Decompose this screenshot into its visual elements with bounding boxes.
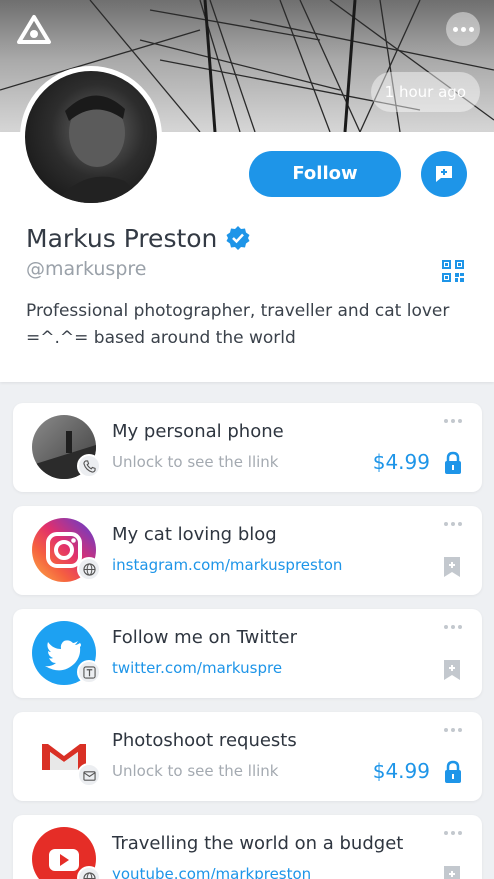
link-price: $4.99 — [372, 450, 430, 474]
lock-icon[interactable] — [444, 451, 462, 475]
link-card[interactable]: Photoshoot requests Unlock to see the ll… — [13, 712, 482, 801]
avatar[interactable] — [20, 66, 162, 208]
bookmark-add-icon[interactable] — [443, 659, 461, 681]
link-card[interactable]: Follow me on Twitter twitter.com/markusp… — [13, 609, 482, 698]
phone-icon — [77, 454, 101, 478]
link-subtitle: Unlock to see the llink — [112, 453, 279, 471]
name-row: Markus Preston — [26, 220, 251, 256]
link-title: Travelling the world on a budget — [112, 833, 404, 854]
follow-button[interactable]: Follow — [249, 151, 401, 197]
more-horizontal-icon — [444, 625, 448, 629]
profile-handle: @markuspre — [26, 258, 147, 280]
profile-bio: Professional photographer, traveller and… — [26, 301, 450, 348]
card-more-button[interactable] — [444, 831, 462, 835]
link-title: Photoshoot requests — [112, 730, 297, 751]
link-url[interactable]: instagram.com/markuspreston — [112, 556, 342, 574]
mail-icon — [77, 763, 101, 787]
link-card[interactable]: My cat loving blog instagram.com/markusp… — [13, 506, 482, 595]
card-more-button[interactable] — [444, 625, 462, 629]
message-button[interactable] — [421, 151, 467, 197]
link-title: My personal phone — [112, 421, 284, 442]
more-horizontal-icon — [444, 522, 448, 526]
bookmark-add-icon[interactable] — [443, 865, 461, 879]
bookmark-add-icon[interactable] — [443, 556, 461, 578]
qr-code-icon[interactable] — [441, 259, 465, 283]
card-more-button[interactable] — [444, 419, 462, 423]
more-horizontal-icon — [444, 728, 448, 732]
more-horizontal-icon — [452, 26, 458, 32]
text-icon — [77, 660, 101, 684]
more-horizontal-icon — [444, 419, 448, 423]
profile-name: Markus Preston — [26, 223, 218, 253]
more-horizontal-icon — [444, 831, 448, 835]
message-plus-icon — [436, 166, 452, 182]
link-card[interactable]: My personal phone Unlock to see the llin… — [13, 403, 482, 492]
link-price: $4.99 — [372, 759, 430, 783]
link-subtitle: Unlock to see the llink — [112, 762, 279, 780]
globe-icon — [77, 866, 101, 879]
verified-badge-icon — [226, 226, 250, 250]
globe-icon — [77, 557, 101, 581]
link-url[interactable]: youtube.com/markpreston — [112, 865, 311, 879]
card-more-button[interactable] — [444, 522, 462, 526]
more-options-button[interactable] — [446, 12, 480, 46]
card-more-button[interactable] — [444, 728, 462, 732]
profile-photo — [55, 95, 145, 203]
posted-time-badge: 1 hour ago — [370, 72, 480, 112]
lock-icon[interactable] — [444, 760, 462, 784]
app-logo-icon[interactable] — [16, 14, 52, 46]
link-url[interactable]: twitter.com/markuspre — [112, 659, 282, 677]
link-card[interactable]: Travelling the world on a budget youtube… — [13, 815, 482, 879]
link-title: My cat loving blog — [112, 524, 277, 545]
link-title: Follow me on Twitter — [112, 627, 297, 648]
